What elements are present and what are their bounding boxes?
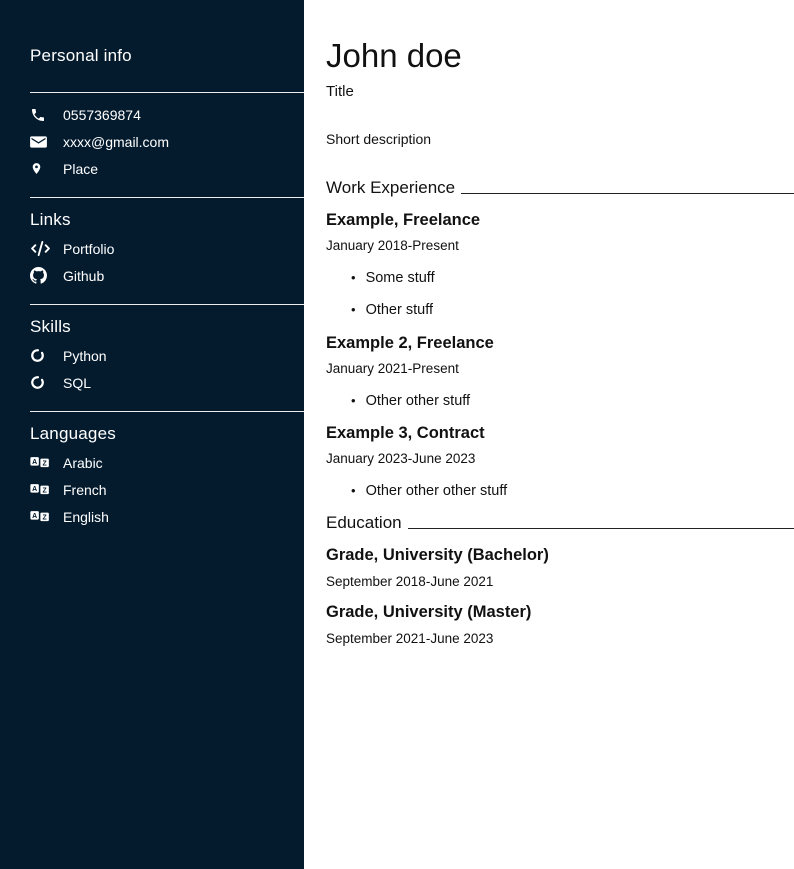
languages-heading: Languages [30, 424, 304, 444]
work-entry-date: January 2021-Present [326, 362, 794, 377]
location-item: Place [30, 155, 304, 182]
svg-text:A: A [32, 486, 37, 493]
translate-icon: AZ [30, 510, 52, 523]
language-item: AZ French [30, 476, 304, 503]
languages-list: AZ Arabic AZ French AZ English [30, 449, 304, 530]
portfolio-link[interactable]: Portfolio [30, 235, 304, 262]
education-entry-date: September 2021-June 2023 [326, 632, 794, 647]
skill-item: Python [30, 342, 304, 369]
language-label: English [63, 509, 109, 525]
email-icon [30, 135, 52, 149]
education-entry-date: September 2018-June 2021 [326, 575, 794, 590]
work-entry-title: Example 2, Freelance [326, 334, 794, 352]
divider [30, 92, 304, 93]
skill-item: SQL [30, 369, 304, 396]
work-entry-date: January 2023-June 2023 [326, 452, 794, 467]
candidate-title: Title [326, 83, 794, 100]
phone-item: 0557369874 [30, 101, 304, 128]
bullet-text: Other other stuff [366, 393, 471, 409]
svg-text:A: A [32, 459, 37, 466]
bullet-item: Other other stuff [351, 392, 794, 410]
portfolio-label: Portfolio [63, 241, 114, 257]
svg-text:A: A [32, 513, 37, 520]
language-label: French [63, 482, 107, 498]
education-section-heading: Education [326, 514, 794, 533]
work-experience-heading-label: Work Experience [326, 179, 455, 198]
skill-label: Python [63, 348, 107, 364]
links-heading: Links [30, 210, 304, 230]
work-entry-title: Example 3, Contract [326, 424, 794, 442]
bullet-text: Other stuff [366, 302, 433, 318]
phone-number: 0557369874 [63, 107, 141, 123]
location-icon [30, 160, 52, 177]
github-link[interactable]: Github [30, 262, 304, 289]
divider [30, 304, 304, 305]
phone-icon [30, 107, 52, 123]
work-experience-section-heading: Work Experience [326, 179, 794, 198]
short-description: Short description [326, 131, 794, 147]
education-entry-title: Grade, University (Bachelor) [326, 546, 794, 564]
education-entry-title: Grade, University (Master) [326, 603, 794, 621]
work-entry-bullets: Other other other stuff [326, 482, 794, 500]
work-entry-title: Example, Freelance [326, 211, 794, 229]
email-item: xxxx@gmail.com [30, 128, 304, 155]
bullet-text: Other other other stuff [366, 483, 508, 499]
skills-list: Python SQL [30, 342, 304, 396]
candidate-name: John doe [326, 36, 794, 76]
language-item: AZ English [30, 503, 304, 530]
translate-icon: AZ [30, 483, 52, 496]
bullet-item: Other other other stuff [351, 482, 794, 500]
email-address: xxxx@gmail.com [63, 134, 169, 150]
bullet-item: Other stuff [351, 301, 794, 319]
main-content: John doe Title Short description Work Ex… [304, 0, 794, 869]
divider [30, 197, 304, 198]
work-entry-date: January 2018-Present [326, 239, 794, 254]
links-list: Portfolio Github [30, 235, 304, 289]
skills-heading: Skills [30, 317, 304, 337]
skill-label: SQL [63, 375, 91, 391]
translate-icon: AZ [30, 456, 52, 469]
language-label: Arabic [63, 455, 103, 471]
code-icon [30, 241, 52, 256]
education-heading-label: Education [326, 514, 402, 533]
work-entry-bullets: Some stuff Other stuff [326, 269, 794, 319]
work-entry-bullets: Other other stuff [326, 392, 794, 410]
section-rule [408, 528, 794, 529]
circle-notch-icon [30, 348, 52, 363]
location-label: Place [63, 161, 98, 177]
personal-info-heading: Personal info [30, 46, 304, 66]
language-item: AZ Arabic [30, 449, 304, 476]
personal-info-list: 0557369874 xxxx@gmail.com Place [30, 101, 304, 182]
sidebar: Personal info 0557369874 xxxx@gmail.com … [0, 0, 304, 869]
section-rule [461, 193, 794, 194]
bullet-text: Some stuff [366, 270, 435, 286]
circle-notch-icon [30, 375, 52, 390]
github-icon [30, 267, 52, 284]
bullet-item: Some stuff [351, 269, 794, 287]
divider [30, 411, 304, 412]
github-label: Github [63, 268, 104, 284]
